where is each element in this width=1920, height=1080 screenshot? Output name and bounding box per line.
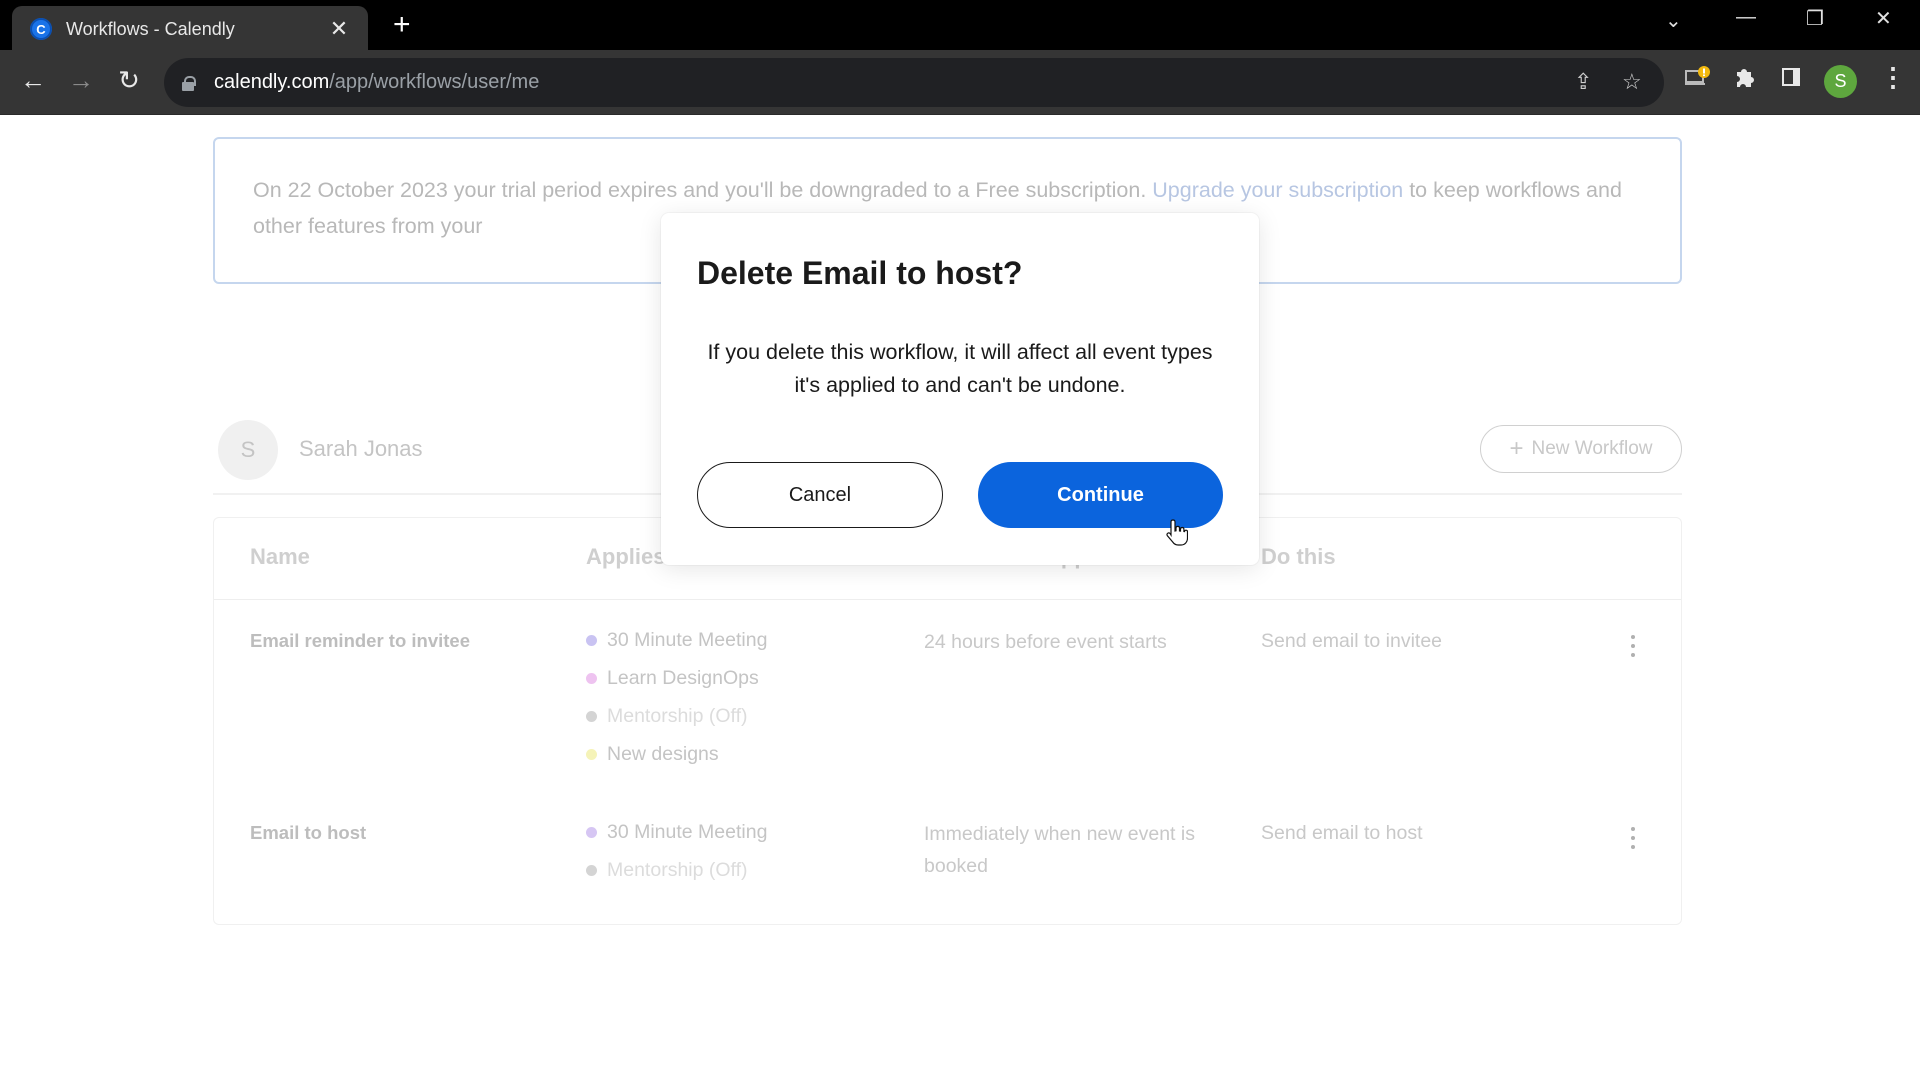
trigger-text: 24 hours before event starts: [924, 631, 1167, 653]
event-type-label: Learn DesignOps: [607, 666, 759, 689]
browser-menu-icon[interactable]: ⋮: [1880, 62, 1906, 93]
event-color-dot: [586, 748, 597, 760]
workflow-name: Email reminder to invitee: [250, 630, 471, 651]
dialog-message: If you delete this workflow, it will aff…: [707, 340, 1213, 397]
header-do-this: Do this: [1261, 544, 1336, 569]
event-type-item: 30 Minute Meeting: [586, 621, 767, 659]
event-type-item: 30 Minute Meeting: [586, 813, 767, 851]
action-text: Send email to host: [1261, 822, 1423, 844]
back-icon[interactable]: ←: [15, 65, 51, 96]
workflow-name: Email to host: [250, 822, 367, 843]
header-name: Name: [250, 544, 310, 569]
new-workflow-label: New Workflow: [1531, 438, 1653, 459]
calendly-favicon-icon: C: [30, 18, 52, 40]
applies-to-list: 30 Minute Meeting Learn DesignOps Mentor…: [586, 621, 767, 773]
event-type-label: New designs: [607, 742, 719, 765]
action-text: Send email to invitee: [1261, 630, 1443, 652]
row-menu-icon[interactable]: [1628, 632, 1638, 659]
upgrade-subscription-link[interactable]: Upgrade your subscription: [1152, 178, 1403, 202]
dialog-title: Delete Email to host?: [697, 255, 1023, 291]
trigger-text: Immediately when new event is booked: [924, 823, 1195, 877]
event-type-item: Mentorship (Off): [586, 851, 767, 889]
banner-text: On 22 October 2023 your trial period exp…: [253, 178, 1153, 202]
event-color-dot: [586, 864, 597, 876]
event-type-item: New designs: [586, 735, 767, 773]
extension-alert-icon[interactable]: [1685, 66, 1711, 94]
minimize-icon[interactable]: —: [1736, 6, 1756, 29]
user-name: Sarah Jonas: [299, 436, 423, 461]
event-color-dot: [586, 672, 597, 684]
restore-icon[interactable]: ❐: [1806, 6, 1824, 31]
browser-tab-strip: C Workflows - Calendly ✕ + ⌄ — ❐ ✕: [0, 0, 1920, 52]
new-tab-button[interactable]: +: [393, 8, 411, 42]
event-color-dot: [586, 826, 597, 838]
share-icon[interactable]: ⇪: [1574, 69, 1592, 95]
plus-icon: +: [1509, 435, 1524, 462]
cancel-button[interactable]: Cancel: [697, 462, 943, 528]
tab-close-icon[interactable]: ✕: [324, 16, 354, 42]
event-type-label: 30 Minute Meeting: [607, 628, 768, 651]
hand-cursor-icon: [1166, 518, 1189, 553]
event-type-label: Mentorship (Off): [607, 704, 748, 727]
delete-workflow-dialog: Delete Email to host? If you delete this…: [661, 213, 1259, 565]
extensions-puzzle-icon[interactable]: [1733, 66, 1755, 94]
forward-icon[interactable]: →: [63, 65, 99, 96]
event-color-dot: [586, 634, 597, 646]
address-bar[interactable]: calendly.com/app/workflows/user/me ⇪ ☆: [164, 58, 1664, 107]
lock-icon[interactable]: [182, 75, 196, 91]
url-path: /app/workflows/user/me: [329, 71, 540, 93]
reload-icon[interactable]: ↻: [111, 65, 147, 96]
url-host: calendly.com: [214, 71, 330, 93]
new-workflow-button[interactable]: + New Workflow: [1480, 425, 1682, 473]
window-close-icon[interactable]: ✕: [1875, 6, 1892, 31]
event-type-item: Mentorship (Off): [586, 697, 767, 735]
event-type-label: Mentorship (Off): [607, 858, 748, 881]
bookmark-star-icon[interactable]: ☆: [1622, 69, 1642, 95]
side-panel-icon[interactable]: [1780, 66, 1802, 94]
event-type-item: Learn DesignOps: [586, 659, 767, 697]
applies-to-list: 30 Minute Meeting Mentorship (Off): [586, 813, 767, 889]
row-menu-icon[interactable]: [1628, 824, 1638, 851]
workflows-table: Name Applies to When this happens Do thi…: [213, 517, 1682, 925]
browser-toolbar: ← → ↻ calendly.com/app/workflows/user/me…: [0, 50, 1920, 115]
browser-tab[interactable]: C Workflows - Calendly ✕: [12, 6, 368, 52]
event-type-label: 30 Minute Meeting: [607, 820, 768, 843]
user-avatar: S: [218, 420, 278, 480]
event-color-dot: [586, 710, 597, 722]
tab-search-icon[interactable]: ⌄: [1665, 8, 1682, 33]
profile-avatar[interactable]: S: [1824, 65, 1857, 98]
tab-title: Workflows - Calendly: [66, 18, 235, 39]
